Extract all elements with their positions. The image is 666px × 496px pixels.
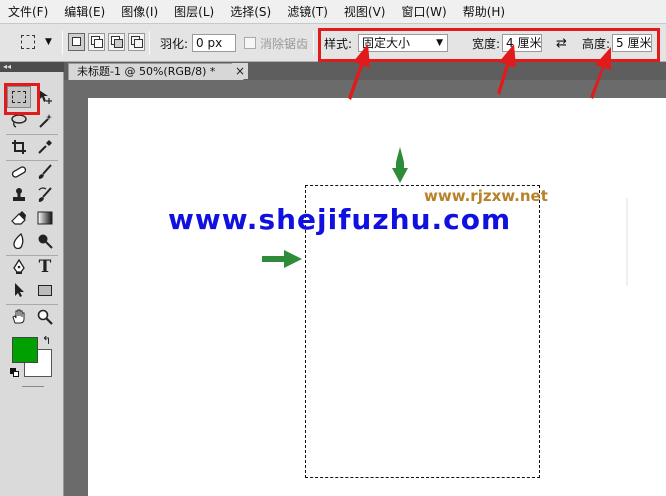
dodge-tool[interactable] xyxy=(33,230,57,252)
watermark-site: www.rjzxw.net xyxy=(424,187,548,205)
marquee-tool-highlight-box xyxy=(4,83,40,115)
menu-help[interactable]: 帮助(H) xyxy=(455,0,513,24)
toolbox: T ↰ xyxy=(0,72,64,496)
magnifier-icon xyxy=(37,309,53,325)
gradient-icon xyxy=(37,211,53,225)
menu-window[interactable]: 窗口(W) xyxy=(393,0,454,24)
toolbox-collapse[interactable]: ◂◂ xyxy=(0,62,64,72)
canvas-artifact xyxy=(626,198,628,286)
feather-input[interactable]: 0 px xyxy=(192,34,237,52)
quick-mask-divider xyxy=(22,386,44,387)
antialias-label: 消除锯齿 xyxy=(260,36,309,51)
crop-tool[interactable] xyxy=(7,136,31,158)
history-brush-icon xyxy=(38,187,52,202)
eraser-tool[interactable] xyxy=(7,207,31,229)
menu-bar: 文件(F) 编辑(E) 图像(I) 图层(L) 选择(S) 滤镜(T) 视图(V… xyxy=(0,0,666,24)
eyedropper-tool[interactable] xyxy=(33,136,57,158)
chevron-down-icon: ▼ xyxy=(45,37,52,47)
clone-stamp-tool[interactable] xyxy=(7,184,31,206)
add-to-selection-button[interactable] xyxy=(88,33,105,51)
intersect-selection-button[interactable] xyxy=(128,33,145,51)
rectangular-marquee-icon xyxy=(21,35,35,49)
eyedropper-icon xyxy=(38,140,52,154)
watermark-url: www.shejifuzhu.com xyxy=(168,203,512,236)
drop-icon xyxy=(13,233,24,249)
hand-icon xyxy=(12,309,25,324)
document-tab[interactable]: 未标题-1 @ 50%(RGB/8) * xyxy=(68,63,244,80)
menu-select[interactable]: 选择(S) xyxy=(222,0,279,24)
subtract-from-selection-button[interactable] xyxy=(108,33,125,51)
type-tool[interactable]: T xyxy=(33,256,57,278)
blur-tool[interactable] xyxy=(7,230,31,252)
crop-icon xyxy=(12,140,26,154)
divider xyxy=(6,134,58,135)
menu-image[interactable]: 图像(I) xyxy=(113,0,166,24)
divider xyxy=(149,31,150,55)
menu-filter[interactable]: 滤镜(T) xyxy=(279,0,336,24)
divider xyxy=(6,304,58,305)
swap-colors-icon[interactable]: ↰ xyxy=(42,334,51,347)
default-colors-icon[interactable] xyxy=(10,368,20,378)
pen-icon xyxy=(13,259,25,274)
menu-view[interactable]: 视图(V) xyxy=(336,0,394,24)
history-brush-tool[interactable] xyxy=(33,184,57,206)
options-highlight-box xyxy=(318,28,660,62)
menu-file[interactable]: 文件(F) xyxy=(0,0,56,24)
pen-tool[interactable] xyxy=(7,256,31,278)
healing-brush-tool[interactable] xyxy=(7,161,31,183)
selection-mode-group xyxy=(68,33,145,51)
eraser-icon xyxy=(11,211,26,225)
brush-icon xyxy=(38,164,52,179)
divider xyxy=(62,31,63,55)
tool-preset-picker[interactable]: ▼ xyxy=(18,33,60,53)
feather-group: 羽化: 0 px xyxy=(160,24,237,62)
bandage-icon xyxy=(11,166,27,178)
dodge-icon xyxy=(38,234,53,249)
antialias-group: 消除锯齿 xyxy=(244,24,308,62)
foreground-color-swatch[interactable] xyxy=(12,337,38,363)
new-selection-button[interactable] xyxy=(68,33,85,51)
rectangle-shape-tool[interactable] xyxy=(33,279,57,301)
close-tab-button[interactable]: × xyxy=(232,63,248,79)
feather-label: 羽化: xyxy=(160,36,189,51)
gradient-tool[interactable] xyxy=(33,207,57,229)
arrow-cursor-icon xyxy=(15,283,24,297)
zoom-tool[interactable] xyxy=(33,306,57,328)
hand-tool[interactable] xyxy=(7,306,31,328)
brush-tool[interactable] xyxy=(33,161,57,183)
menu-layer[interactable]: 图层(L) xyxy=(166,0,222,24)
antialias-checkbox[interactable] xyxy=(244,37,256,49)
path-selection-tool[interactable] xyxy=(7,279,31,301)
document-tab-title: 未标题-1 @ 50%(RGB/8) * xyxy=(77,65,216,78)
type-icon: T xyxy=(38,257,52,277)
divider xyxy=(313,31,314,55)
rectangle-icon xyxy=(38,284,52,296)
menu-edit[interactable]: 编辑(E) xyxy=(56,0,113,24)
lasso-icon xyxy=(11,114,27,128)
magic-wand-icon xyxy=(39,114,52,128)
stamp-icon xyxy=(13,188,25,201)
